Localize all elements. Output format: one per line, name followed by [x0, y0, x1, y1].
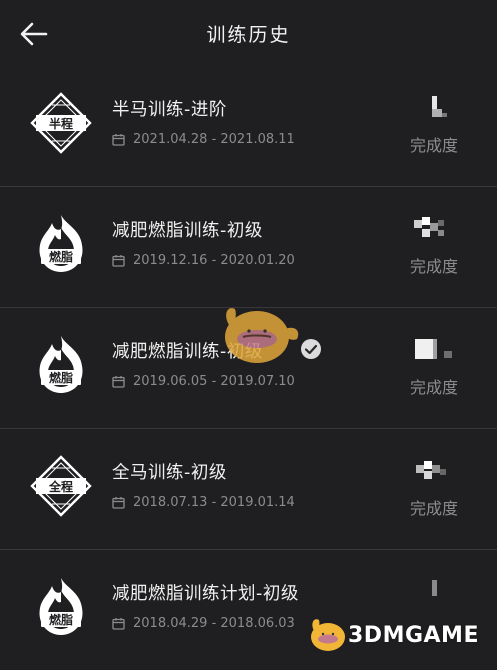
mascot-watermark-icon [225, 308, 299, 363]
date-line: 2021.04.28 - 2021.08.11 [112, 132, 295, 147]
completion-value-pixelated [415, 339, 452, 359]
date-range: 2019.06.05 - 2019.07.10 [133, 374, 295, 389]
completion-label: 完成度 [410, 499, 459, 518]
training-item[interactable]: 燃脂 减肥燃脂训练-初级 2019.12.16 - 2020.01.20 完成度 [0, 187, 497, 308]
training-name: 减肥燃脂训练计划-初级 [112, 584, 299, 604]
completion-value-pixelated [414, 217, 444, 237]
mascot-logo-icon [311, 619, 345, 651]
badge-text: 半程 [49, 116, 73, 131]
fat-burn-badge-icon: 燃脂 [39, 578, 83, 635]
badge-text: 燃脂 [49, 612, 73, 627]
training-name: 减肥燃脂训练-初级 [112, 221, 263, 241]
completion-label: 完成度 [410, 257, 459, 276]
badge-text: 全程 [48, 479, 73, 494]
calendar-icon [112, 134, 125, 146]
date-line: 2019.12.16 - 2020.01.20 [112, 253, 295, 268]
calendar-icon [112, 618, 125, 630]
date-line: 2019.06.05 - 2019.07.10 [112, 374, 295, 389]
date-range: 2018.04.29 - 2018.06.03 [133, 616, 295, 631]
date-range: 2021.04.28 - 2021.08.11 [133, 132, 295, 147]
training-name: 全马训练-初级 [112, 463, 227, 483]
page-title: 训练历史 [206, 24, 291, 46]
calendar-icon [112, 376, 125, 388]
completion-value-pixelated [432, 580, 437, 596]
completed-check-icon [301, 339, 321, 359]
training-item[interactable]: 半程 半马训练-进阶 2021.04.28 - 2021.08.11 完成度 [0, 66, 497, 187]
fat-burn-badge-icon: 燃脂 [39, 215, 83, 272]
watermark-text: 3DMGAME [348, 623, 479, 648]
top-bar: 训练历史 [0, 0, 497, 66]
training-name: 半马训练-进阶 [112, 100, 227, 120]
completion-value-pixelated [432, 96, 447, 117]
badge-text: 燃脂 [49, 249, 73, 264]
badge-text: 燃脂 [49, 370, 73, 385]
date-line: 2018.04.29 - 2018.06.03 [112, 616, 295, 631]
date-range: 2018.07.13 - 2019.01.14 [133, 495, 295, 510]
full-marathon-badge-icon: 全程 [30, 455, 92, 517]
date-range: 2019.12.16 - 2020.01.20 [133, 253, 295, 268]
completion-label: 完成度 [410, 136, 459, 155]
site-watermark: 3DMGAME [300, 605, 497, 663]
half-marathon-badge-icon: 半程 [30, 92, 92, 154]
calendar-icon [112, 255, 125, 267]
date-line: 2018.07.13 - 2019.01.14 [112, 495, 295, 510]
calendar-icon [112, 497, 125, 509]
fat-burn-badge-icon: 燃脂 [39, 336, 83, 393]
completion-value-pixelated [416, 461, 446, 479]
training-item[interactable]: 全程 全马训练-初级 2018.07.13 - 2019.01.14 完成度 [0, 429, 497, 550]
completion-label: 完成度 [410, 378, 459, 397]
